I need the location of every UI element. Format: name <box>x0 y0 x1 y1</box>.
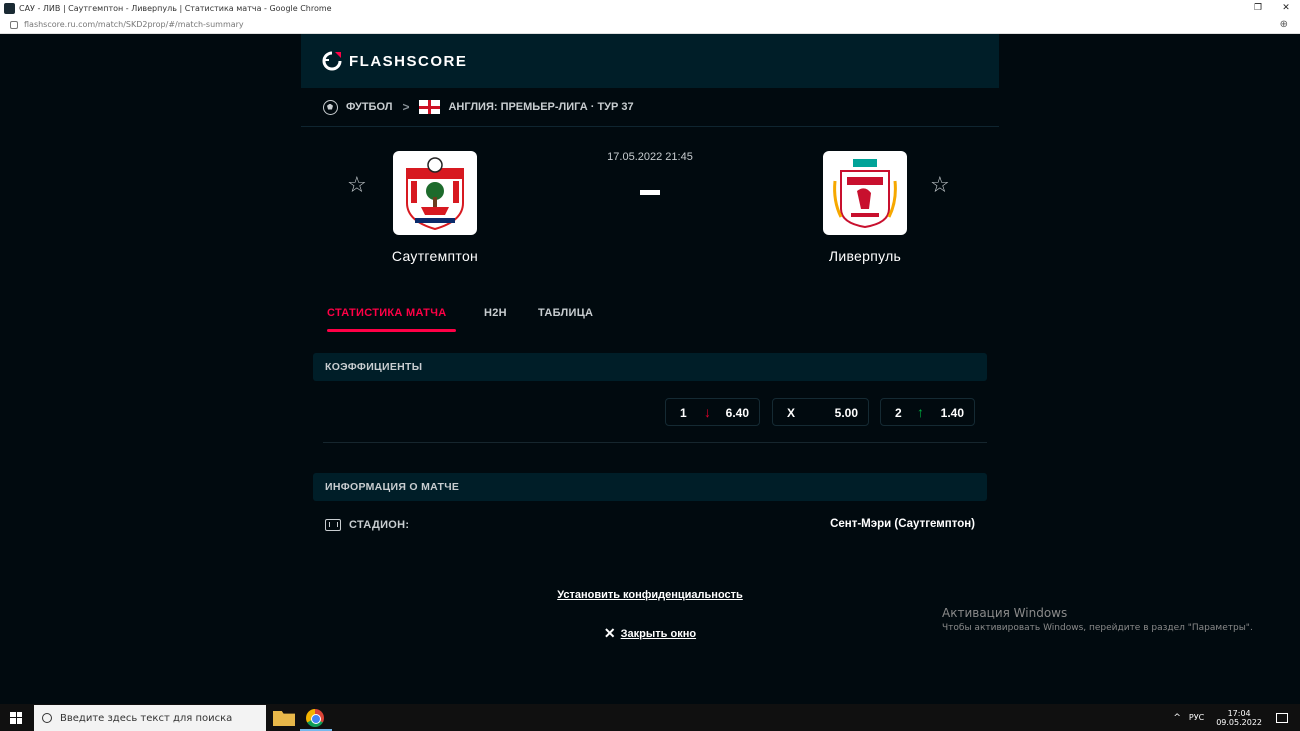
watermark-subtitle: Чтобы активировать Windows, перейдите в … <box>942 623 1253 633</box>
stadium-value: Сент-Мэри (Саутгемптон) <box>830 518 975 530</box>
away-team-name[interactable]: Ливерпуль <box>785 248 945 264</box>
privacy-settings-link[interactable]: Установить конфиденциальность <box>301 589 999 601</box>
home-team-logo[interactable] <box>393 151 477 235</box>
tray-chevron-icon[interactable]: ^ <box>1173 713 1181 723</box>
breadcrumb-league[interactable]: АНГЛИЯ: ПРЕМЬЕР-ЛИГА · ТУР 37 <box>448 101 633 113</box>
odd-away-label: 2 <box>895 406 902 420</box>
windows-taskbar: Введите здесь текст для поиска ^ РУС 17:… <box>0 704 1300 731</box>
windows-activation-watermark: Активация Windows Чтобы активировать Win… <box>942 606 1253 633</box>
clock-date: 09.05.2022 <box>1216 717 1262 727</box>
start-button[interactable] <box>0 704 32 731</box>
away-team-logo[interactable] <box>823 151 907 235</box>
odd-home-label: 1 <box>680 406 687 420</box>
odd-away[interactable]: 2 ↑ 1.40 <box>880 398 975 426</box>
section-divider <box>323 442 987 443</box>
taskbar-search-placeholder[interactable]: Введите здесь текст для поиска <box>60 713 232 724</box>
page: FLASHSCORE ФУТБОЛ > АНГЛИЯ: ПРЕМЬЕР-ЛИГА… <box>0 34 1300 704</box>
window-titlebar: САУ - ЛИВ | Саутгемптон - Ливерпуль | Ст… <box>0 0 1300 16</box>
active-tab-indicator <box>327 329 456 332</box>
arrow-down-icon: ↓ <box>704 404 711 420</box>
tab-standings[interactable]: ТАБЛИЦА <box>538 307 593 319</box>
odd-home-value: 6.40 <box>725 406 749 420</box>
odd-draw[interactable]: X 5.00 <box>772 398 869 426</box>
windows-logo-icon <box>10 711 22 724</box>
clock-time: 17:04 <box>1227 708 1251 718</box>
odd-away-value: 1.40 <box>940 406 964 420</box>
flashscore-logo-icon[interactable] <box>321 50 343 72</box>
breadcrumb-separator: > <box>402 100 410 114</box>
chrome-icon[interactable] <box>306 709 324 727</box>
football-icon <box>323 99 338 115</box>
odd-home[interactable]: 1 ↓ 6.40 <box>665 398 760 426</box>
stadium-icon <box>325 519 341 531</box>
flashscore-logo-text[interactable]: FLASHSCORE <box>349 53 467 70</box>
close-window-text[interactable]: Закрыть окно <box>621 628 696 640</box>
file-explorer-icon[interactable] <box>273 711 295 726</box>
watermark-title: Активация Windows <box>942 606 1068 620</box>
match-container: FLASHSCORE ФУТБОЛ > АНГЛИЯ: ПРЕМЬЕР-ЛИГА… <box>301 34 999 704</box>
breadcrumb-sport[interactable]: ФУТБОЛ <box>346 101 392 113</box>
stadium-row: СТАДИОН: Сент-Мэри (Саутгемптон) <box>325 518 975 534</box>
close-window-link[interactable]: ✕ Закрыть окно <box>301 625 999 642</box>
zoom-icon[interactable]: ⊕ <box>1280 19 1288 30</box>
search-icon <box>42 713 52 723</box>
arrow-up-icon: ↑ <box>917 404 924 420</box>
breadcrumb: ФУТБОЛ > АНГЛИЯ: ПРЕМЬЕР-ЛИГА · ТУР 37 <box>301 88 999 127</box>
southampton-crest-icon <box>406 157 464 231</box>
address-url[interactable]: flashscore.ru.com/match/SKD2prop/#/match… <box>24 20 244 29</box>
window-controls: ❐ ✕ <box>1244 0 1300 16</box>
match-header: ☆ Саутгемптон 17.05.2022 21:45 Ливерпуль… <box>301 127 999 287</box>
taskbar-search[interactable]: Введите здесь текст для поиска <box>34 705 266 731</box>
site-header: FLASHSCORE <box>301 34 999 88</box>
match-tabs: СТАТИСТИКА МАТЧА H2H ТАБЛИЦА <box>301 287 999 339</box>
odd-draw-label: X <box>787 406 796 420</box>
window-title: САУ - ЛИВ | Саутгемптон - Ливерпуль | Ст… <box>19 3 332 13</box>
close-window-icon[interactable]: ✕ <box>1272 0 1300 16</box>
taskbar-clock[interactable]: 17:04 09.05.2022 <box>1216 709 1262 727</box>
match-datetime: 17.05.2022 21:45 <box>607 151 693 163</box>
notifications-icon[interactable] <box>1276 712 1288 723</box>
close-icon[interactable]: ✕ <box>604 625 616 642</box>
odds-section-heading: КОЭФФИЦИЕНТЫ <box>313 353 987 381</box>
address-bar[interactable]: flashscore.ru.com/match/SKD2prop/#/match… <box>0 16 1300 34</box>
home-team-name[interactable]: Саутгемптон <box>355 248 515 264</box>
favorite-home-star-icon[interactable]: ☆ <box>347 175 367 197</box>
restore-window-icon[interactable]: ❐ <box>1244 0 1272 16</box>
system-tray: ^ РУС 17:04 09.05.2022 <box>1173 704 1300 731</box>
site-info-icon[interactable] <box>10 20 18 29</box>
favorite-away-star-icon[interactable]: ☆ <box>930 175 950 197</box>
score-dash <box>640 190 660 195</box>
tab-match-statistics[interactable]: СТАТИСТИКА МАТЧА <box>327 307 446 319</box>
tab-favicon-icon <box>4 2 15 14</box>
england-flag-icon <box>419 100 441 114</box>
stadium-label: СТАДИОН: <box>349 519 410 531</box>
tab-h2h[interactable]: H2H <box>484 307 507 319</box>
odd-draw-value: 5.00 <box>834 406 858 420</box>
liverpool-crest-icon <box>833 159 897 229</box>
language-indicator[interactable]: РУС <box>1189 713 1204 722</box>
match-info-heading: ИНФОРМАЦИЯ О МАТЧЕ <box>313 473 987 501</box>
